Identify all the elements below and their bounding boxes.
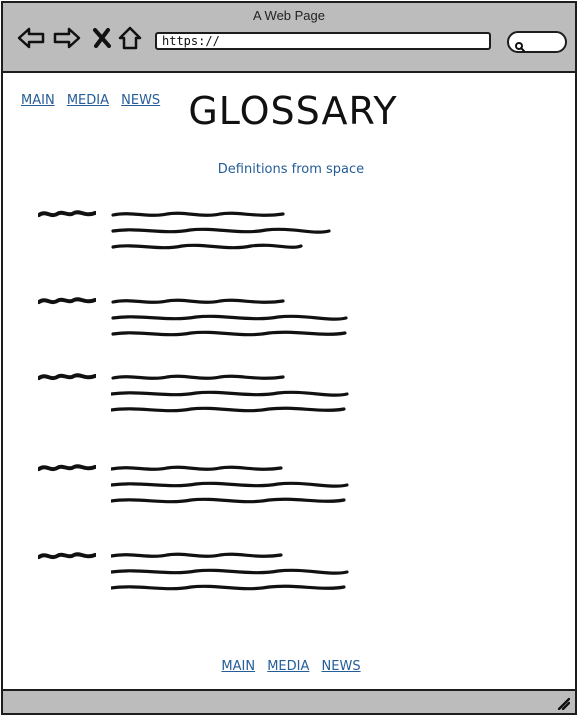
- glossary-entry: [38, 295, 368, 343]
- search-icon[interactable]: [515, 37, 525, 52]
- close-icon[interactable]: [87, 23, 117, 53]
- forward-arrow-icon[interactable]: [52, 23, 82, 53]
- scribble-term-4: [38, 464, 96, 472]
- browser-window: A Web Page https:// MAIN MEDIA NEWS GLOS…: [1, 1, 577, 715]
- glossary-entry: [38, 462, 368, 510]
- window-title: A Web Page: [252, 8, 326, 23]
- scribble-term-3: [38, 373, 96, 381]
- glossary-entry: [38, 549, 368, 597]
- scribble-term-1: [38, 210, 96, 218]
- bottom-nav-media-link[interactable]: MEDIA: [267, 659, 309, 674]
- glossary-entry: [38, 371, 368, 419]
- scribble-definition-4: [111, 465, 349, 504]
- page-title: GLOSSARY: [188, 89, 398, 133]
- scribble-definition-2: [111, 298, 348, 337]
- page-content: MAIN MEDIA NEWS GLOSSARY Definitions fro…: [3, 73, 575, 689]
- scribble-definition-3: [111, 374, 349, 413]
- search-input[interactable]: [507, 31, 567, 53]
- browser-toolbar: A Web Page https://: [3, 3, 575, 73]
- bottom-nav: MAIN MEDIA NEWS: [3, 659, 579, 674]
- scribble-term-2: [38, 297, 96, 305]
- page-subtitle: Definitions from space: [217, 162, 365, 177]
- browser-statusbar: [3, 689, 575, 713]
- scribble-definition-1: [111, 211, 331, 250]
- bottom-nav-news-link[interactable]: NEWS: [322, 659, 361, 674]
- glossary-entry: [38, 208, 368, 256]
- home-icon[interactable]: [115, 23, 145, 53]
- scribble-term-5: [38, 552, 96, 560]
- url-input[interactable]: https://: [155, 32, 491, 50]
- resize-grip-icon[interactable]: [556, 695, 571, 711]
- bottom-nav-main-link[interactable]: MAIN: [221, 659, 255, 674]
- back-arrow-icon[interactable]: [16, 23, 46, 53]
- scribble-definition-5: [111, 552, 349, 591]
